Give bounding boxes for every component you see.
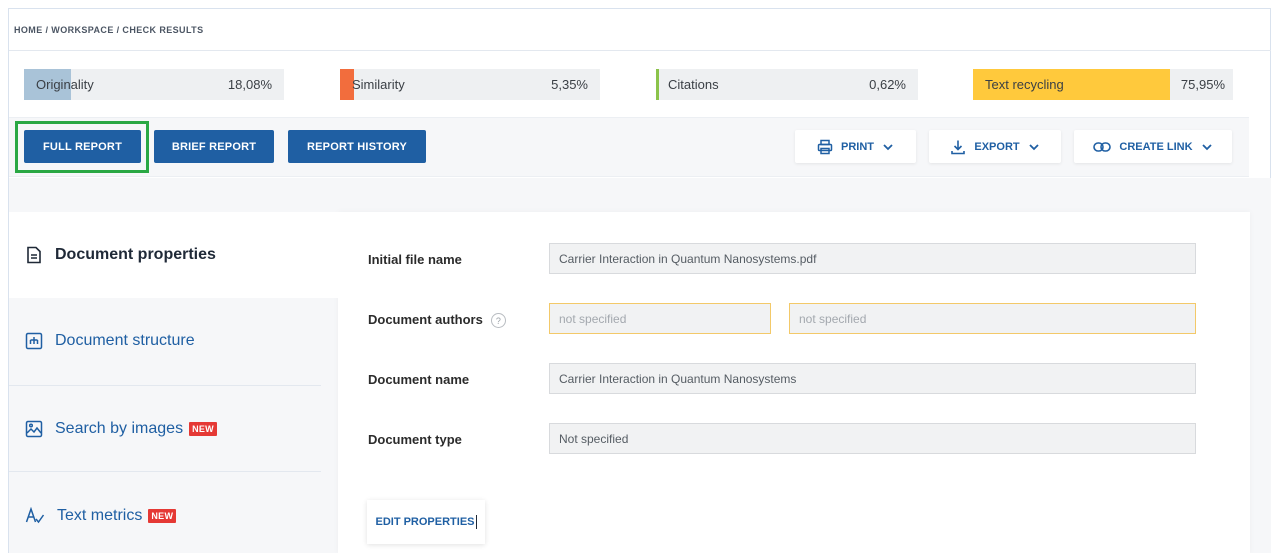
sidebar-item-document-properties[interactable]: Document properties bbox=[9, 212, 321, 298]
edit-properties-label: EDIT PROPERTIES bbox=[375, 516, 475, 528]
metric-label: Citations bbox=[668, 77, 719, 92]
metric-value: 0,62% bbox=[869, 77, 906, 92]
initial-file-name-label: Initial file name bbox=[368, 252, 462, 267]
document-authors-text: Document authors bbox=[368, 312, 483, 327]
printer-icon bbox=[817, 139, 833, 154]
document-name-field[interactable]: Carrier Interaction in Quantum Nanosyste… bbox=[549, 363, 1196, 394]
sidebar-item-search-by-images[interactable]: Search by images NEW bbox=[9, 386, 321, 472]
metric-value: 5,35% bbox=[551, 77, 588, 92]
sidebar-item-label: Text metrics bbox=[57, 507, 143, 524]
create-link-label: CREATE LINK bbox=[1119, 140, 1193, 153]
link-icon bbox=[1093, 141, 1112, 152]
new-badge: NEW bbox=[148, 509, 177, 523]
new-badge: NEW bbox=[189, 422, 217, 436]
image-icon bbox=[25, 420, 43, 438]
sidebar-item-label: Document structure bbox=[55, 332, 195, 349]
sidebar-item-document-structure[interactable]: Document structure bbox=[9, 298, 321, 384]
metric-label: Text recycling bbox=[985, 77, 1064, 92]
breadcrumb[interactable]: HOME / WORKSPACE / CHECK RESULTS bbox=[14, 25, 203, 35]
author-field-2[interactable]: not specified bbox=[789, 303, 1196, 334]
metric-value: 18,08% bbox=[227, 77, 272, 92]
document-name-value: Carrier Interaction in Quantum Nanosyste… bbox=[559, 371, 797, 386]
brief-report-button[interactable]: BRIEF REPORT bbox=[154, 130, 274, 163]
document-authors-label: Document authors? bbox=[368, 312, 506, 329]
help-icon[interactable]: ? bbox=[490, 313, 506, 329]
metric-value: 75,95% bbox=[1180, 77, 1225, 92]
metric-text-recycling[interactable]: Text recycling 75,95% bbox=[973, 69, 1233, 100]
document-type-field[interactable]: Not specified bbox=[549, 423, 1196, 454]
sidebar-item-text-metrics[interactable]: Text metrics NEW bbox=[9, 473, 321, 553]
create-link-button[interactable]: CREATE LINK bbox=[1074, 130, 1232, 163]
download-icon bbox=[951, 140, 966, 154]
text-cursor bbox=[475, 515, 477, 529]
author-1-placeholder: not specified bbox=[559, 311, 627, 326]
structure-icon bbox=[25, 332, 43, 350]
metric-citations[interactable]: Citations 0,62% bbox=[656, 69, 918, 100]
report-history-button[interactable]: REPORT HISTORY bbox=[288, 130, 426, 163]
author-field-1[interactable]: not specified bbox=[549, 303, 771, 334]
document-type-label: Document type bbox=[368, 432, 462, 447]
edit-properties-button[interactable]: EDIT PROPERTIES bbox=[367, 500, 485, 544]
divider bbox=[9, 50, 1271, 51]
text-metrics-icon bbox=[25, 507, 45, 524]
document-icon bbox=[27, 246, 41, 264]
export-label: EXPORT bbox=[974, 140, 1020, 153]
metric-label: Similarity bbox=[352, 77, 405, 92]
print-label: PRINT bbox=[841, 140, 874, 153]
initial-file-name-field[interactable]: Carrier Interaction in Quantum Nanosyste… bbox=[549, 243, 1196, 274]
chevron-down-icon bbox=[883, 143, 893, 150]
initial-file-name-value: Carrier Interaction in Quantum Nanosyste… bbox=[559, 251, 817, 266]
author-2-placeholder: not specified bbox=[799, 311, 867, 326]
chevron-down-icon bbox=[1028, 143, 1039, 150]
chevron-down-icon bbox=[1201, 143, 1212, 150]
metric-fill bbox=[656, 69, 659, 100]
metric-label: Originality bbox=[36, 77, 94, 92]
export-button[interactable]: EXPORT bbox=[929, 130, 1061, 163]
sidebar-item-label: Search by images bbox=[55, 420, 184, 437]
document-name-label: Document name bbox=[368, 372, 470, 387]
metric-similarity[interactable]: Similarity 5,35% bbox=[340, 69, 600, 100]
sidebar-divider bbox=[9, 471, 321, 472]
print-button[interactable]: PRINT bbox=[795, 130, 916, 163]
document-type-value: Not specified bbox=[559, 431, 629, 446]
full-report-button[interactable]: FULL REPORT bbox=[24, 130, 141, 163]
metric-originality[interactable]: Originality 18,08% bbox=[24, 69, 284, 100]
sidebar-item-label: Document properties bbox=[55, 246, 216, 263]
